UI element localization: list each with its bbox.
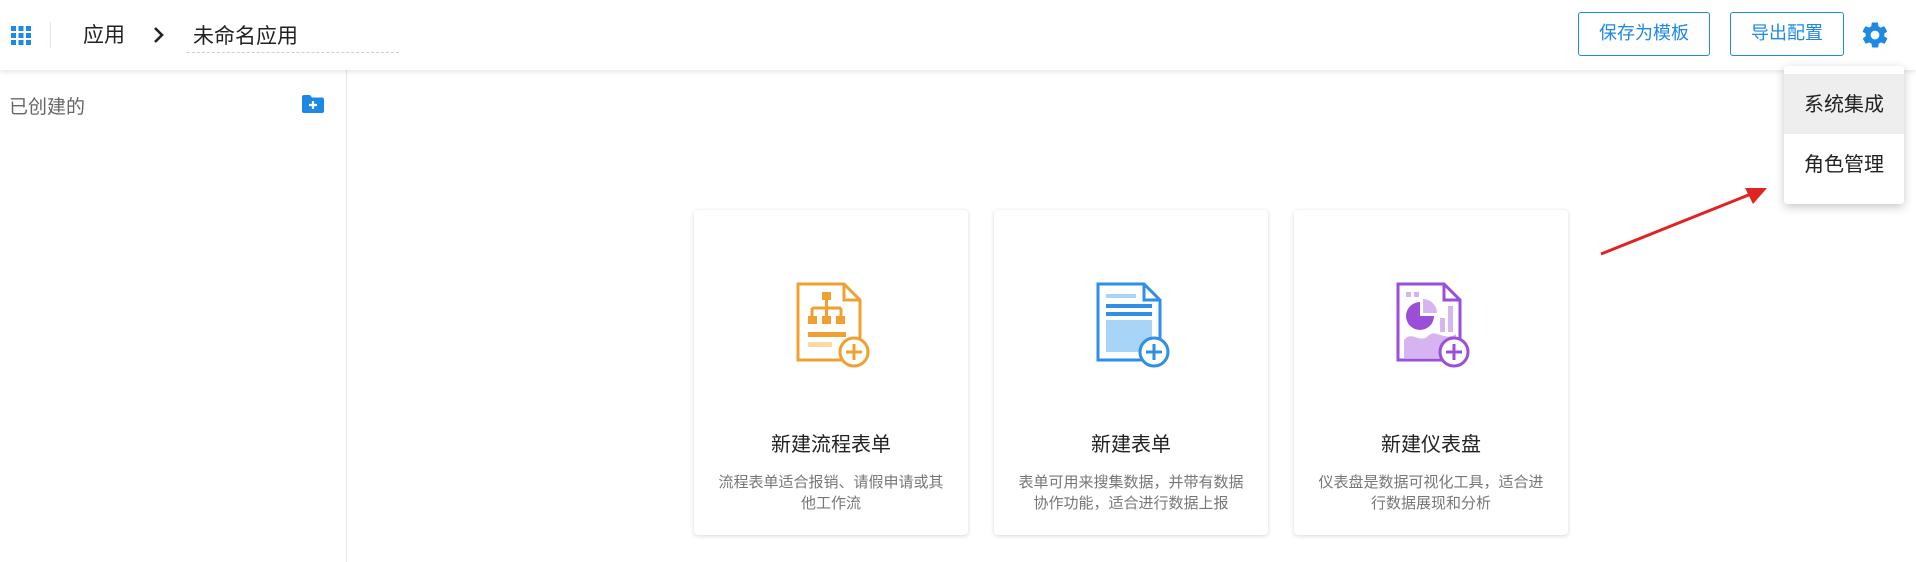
breadcrumb-apps-link[interactable]: 应用 [83,20,125,50]
new-form-card[interactable]: 新建表单 表单可用来搜集数据，并带有数据协作功能，适合进行数据上报 [994,210,1268,535]
app-header: 应用 保存为模板 导出配置 [0,0,1916,70]
header-divider [50,22,51,48]
gear-icon[interactable] [1860,20,1890,50]
sidebar: 已创建的 [0,70,347,562]
card-title: 新建表单 [1091,432,1171,456]
card-title: 新建仪表盘 [1381,432,1481,456]
chevron-right-icon [151,24,167,46]
workflow-form-icon [790,282,872,368]
export-config-button[interactable]: 导出配置 [1730,12,1844,56]
card-description: 流程表单适合报销、请假申请或其他工作流 [718,473,944,512]
card-title: 新建流程表单 [771,432,891,456]
annotation-arrow [1600,188,1767,256]
settings-dropdown-menu: 系统集成 角色管理 [1784,66,1904,204]
menu-item-role-management[interactable]: 角色管理 [1784,134,1904,194]
new-workflow-form-card[interactable]: 新建流程表单 流程表单适合报销、请假申请或其他工作流 [694,210,968,535]
menu-item-system-integration[interactable]: 系统集成 [1784,74,1904,134]
sidebar-title: 已创建的 [9,96,86,118]
new-dashboard-card[interactable]: 新建仪表盘 仪表盘是数据可视化工具，适合进行数据展现和分析 [1294,210,1568,535]
app-name-input[interactable] [187,18,399,53]
card-description: 仪表盘是数据可视化工具，适合进行数据展现和分析 [1318,473,1544,512]
folder-plus-icon[interactable] [301,94,325,114]
dashboard-chart-icon [1390,282,1472,368]
form-document-icon [1090,282,1172,368]
card-description: 表单可用来搜集数据，并带有数据协作功能，适合进行数据上报 [1018,473,1244,512]
save-as-template-button[interactable]: 保存为模板 [1578,12,1710,56]
apps-grid-icon[interactable] [10,24,36,46]
